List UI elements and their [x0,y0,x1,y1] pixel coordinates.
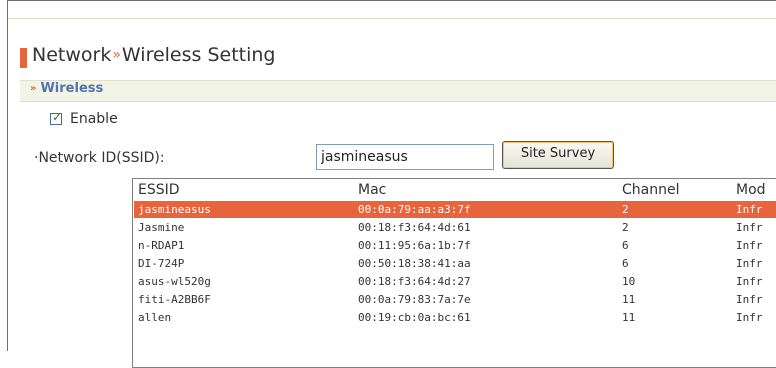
row-channel: 11 [622,293,636,306]
row-essid: Jasmine [138,221,185,234]
column-header-essid: ESSID [138,182,180,198]
row-mode: Infr [736,311,763,324]
title-separator: » [112,47,121,63]
page-title: Network»Wireless Setting [32,44,276,66]
column-header-channel: Channel [622,182,680,198]
row-essid: asus-wl520g [138,275,211,288]
row-mode: Infr [736,275,763,288]
row-channel: 6 [622,239,629,252]
column-header-mac: Mac [358,182,387,198]
row-essid: fiti-A2BB6F [138,293,211,306]
enable-label: Enable [70,111,118,127]
row-mode: Infr [736,257,763,270]
row-mac: 00:11:95:6a:1b:7f [358,239,471,252]
row-channel: 2 [622,221,629,234]
list-row[interactable]: fiti-A2BB6F 00:0a:79:83:7a:7e 11 Infr [134,291,776,308]
ssid-label: ·Network ID(SSID): [34,150,165,166]
title-accent-bar [20,48,27,68]
list-row[interactable]: allen 00:19:cb:0a:bc:61 11 Infr [134,309,776,326]
row-essid: jasmineasus [138,203,211,216]
ssid-input[interactable] [316,144,494,170]
list-row[interactable]: DI-724P 00:50:18:38:41:aa 6 Infr [134,255,776,272]
section-title-text: Wireless [40,81,104,96]
column-header-mode: Mod [736,182,766,198]
site-survey-list[interactable]: ESSID Mac Channel Mod jasmineasus 00:0a:… [132,178,776,368]
list-header: ESSID Mac Channel Mod [133,179,776,201]
row-essid: allen [138,311,172,324]
row-mac: 00:0a:79:83:7a:7e [358,293,471,306]
section-header-bar [20,80,776,102]
site-survey-button[interactable]: Site Survey [502,141,614,169]
row-channel: 11 [622,311,636,324]
list-row[interactable]: jasmineasus 00:0a:79:aa:a3:7f 2 Infr [134,201,776,218]
row-mode: Infr [736,221,763,234]
list-row[interactable]: Jasmine 00:18:f3:64:4d:61 2 Infr [134,219,776,236]
list-row[interactable]: n-RDAP1 00:11:95:6a:1b:7f 6 Infr [134,237,776,254]
top-strip [8,1,776,19]
page-title-wireless-setting: Wireless Setting [121,44,276,66]
section-title: » Wireless [30,81,103,96]
row-mac: 00:18:f3:64:4d:61 [358,221,471,234]
double-chevron-icon: » [30,83,37,94]
row-mac: 00:0a:79:aa:a3:7f [358,203,471,216]
row-mode: Infr [736,239,763,252]
row-essid: DI-724P [138,257,185,270]
row-channel: 10 [622,275,636,288]
row-mac: 00:50:18:38:41:aa [358,257,471,270]
row-mac: 00:19:cb:0a:bc:61 [358,311,471,324]
row-essid: n-RDAP1 [138,239,185,252]
row-mode: Infr [736,293,763,306]
row-mode: Infr [736,203,763,216]
enable-checkbox[interactable]: ✓ [50,110,63,125]
list-row[interactable]: asus-wl520g 00:18:f3:64:4d:27 10 Infr [134,273,776,290]
row-channel: 6 [622,257,629,270]
row-channel: 2 [622,203,629,216]
checkmark-icon: ✓ [52,110,63,124]
page-title-network: Network [32,44,112,66]
row-mac: 00:18:f3:64:4d:27 [358,275,471,288]
